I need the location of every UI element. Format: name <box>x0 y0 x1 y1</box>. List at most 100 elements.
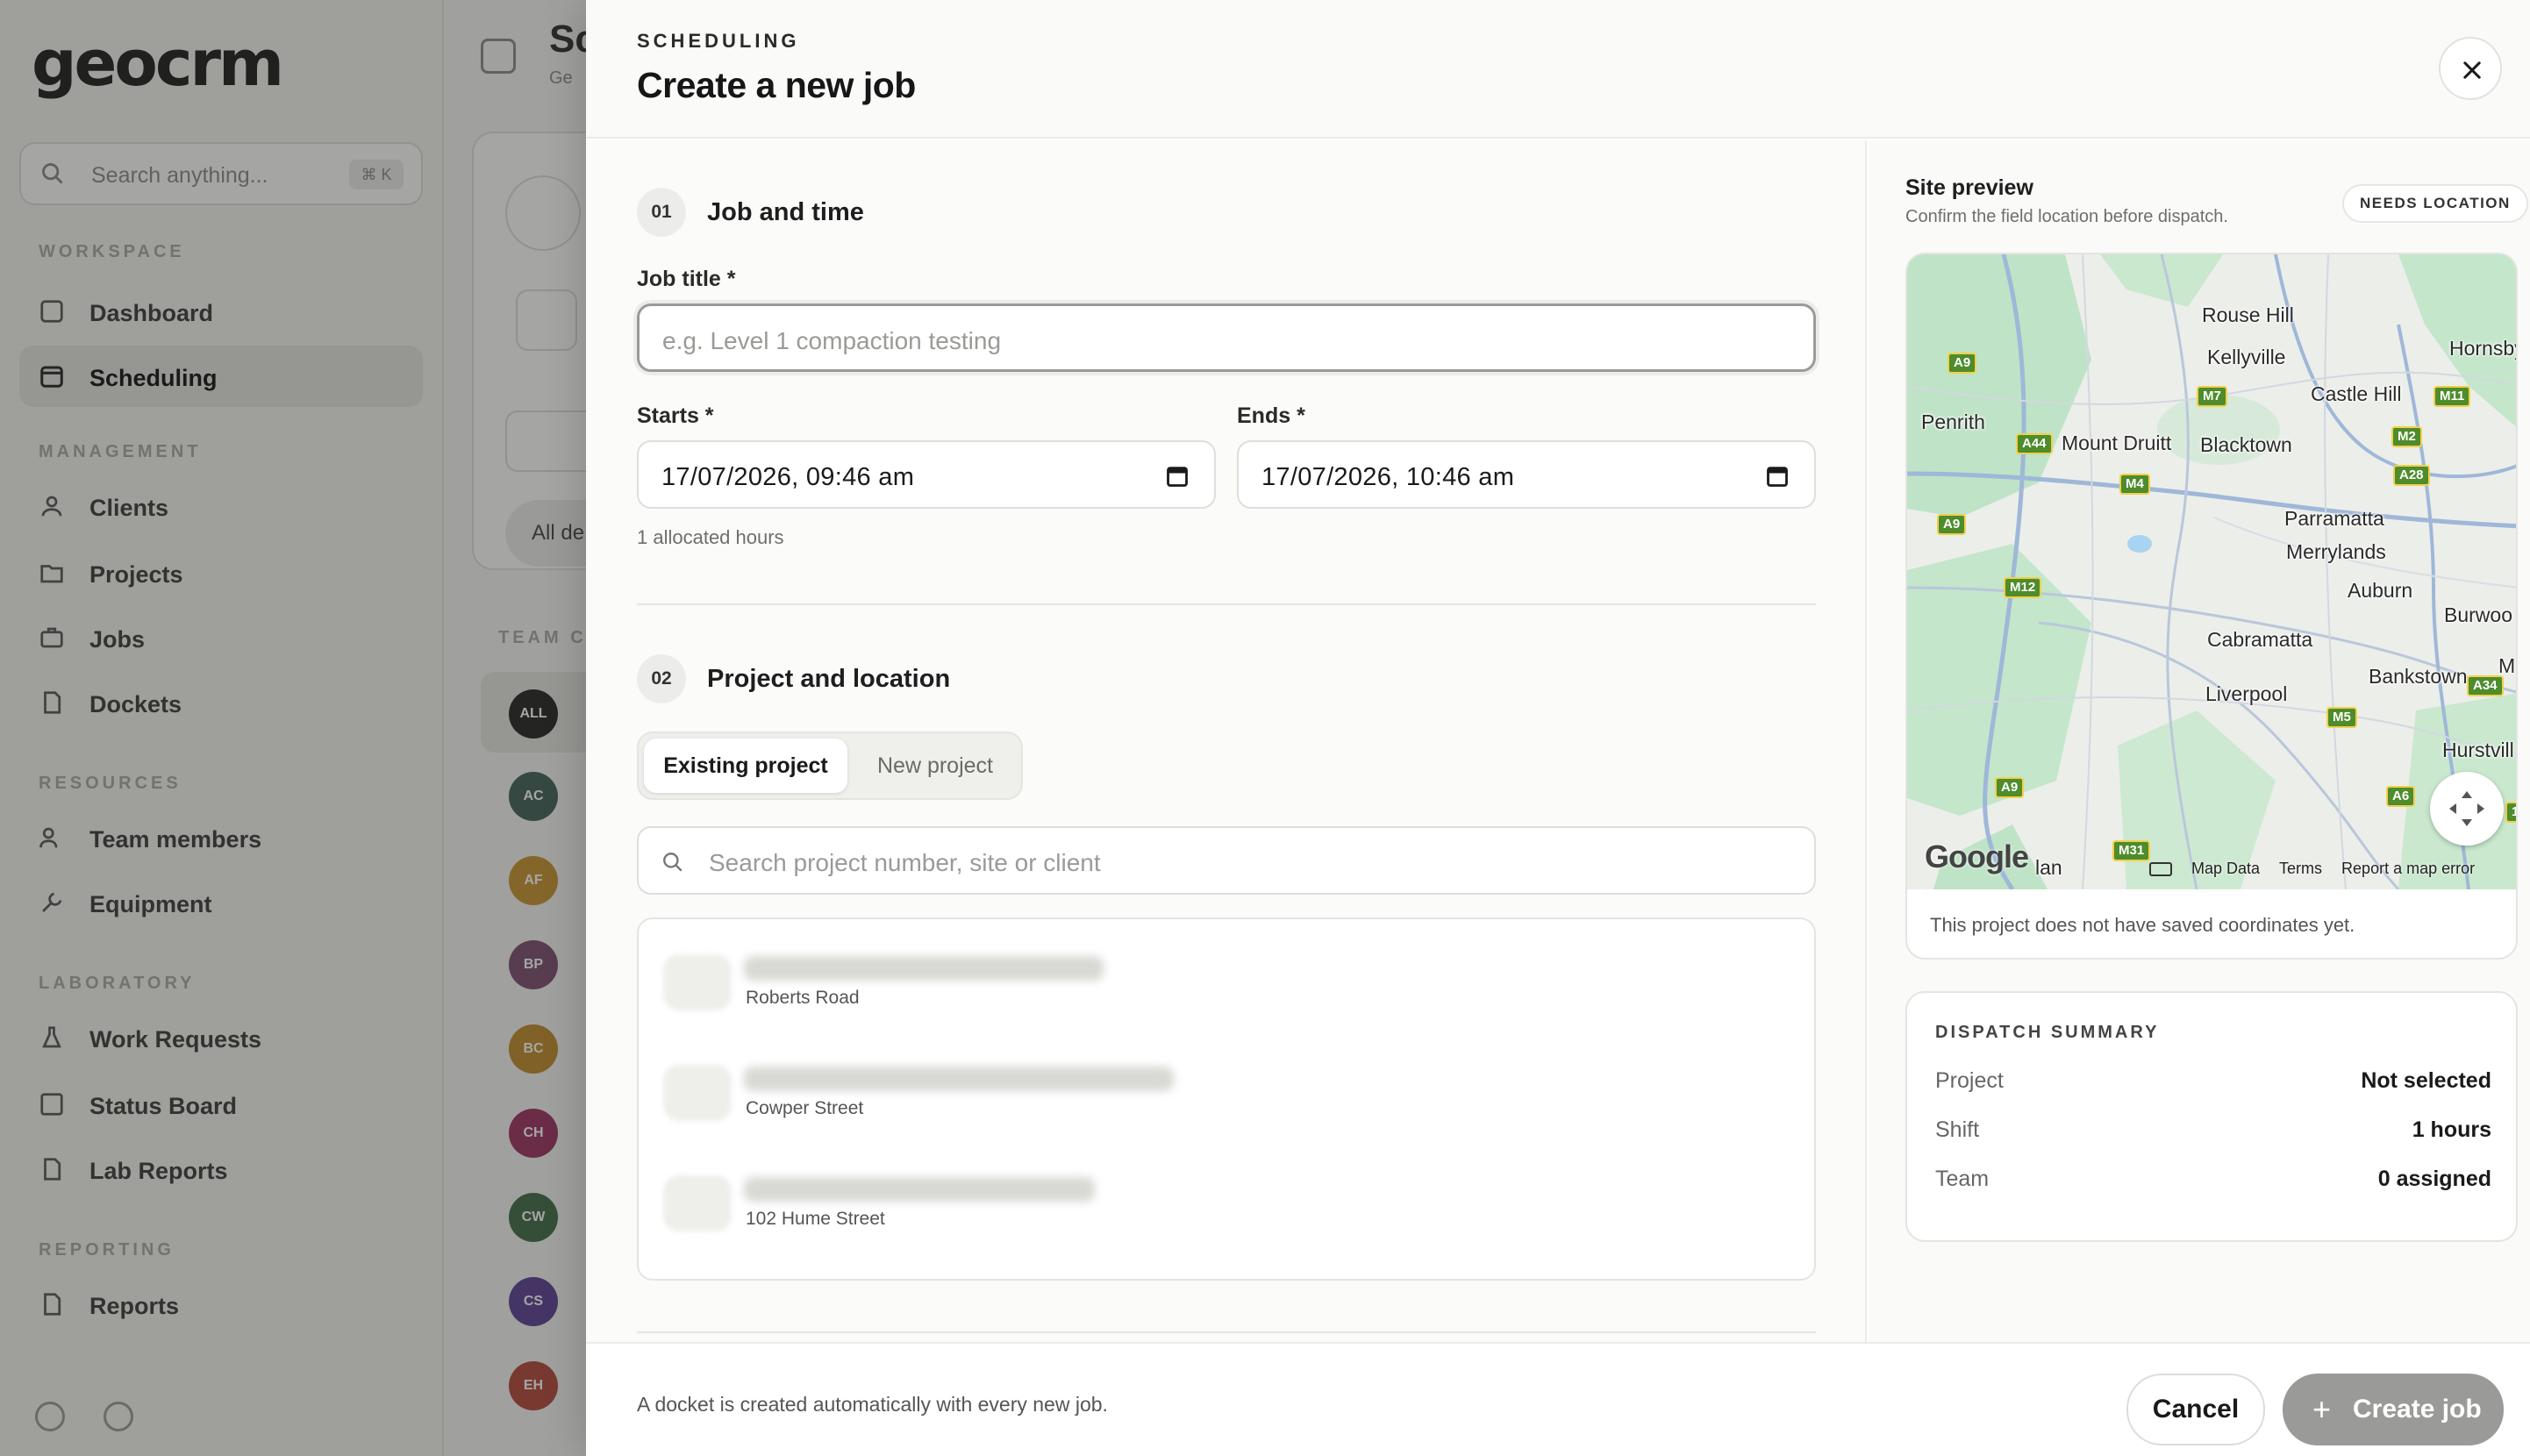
project-result-item[interactable]: 102 Hume Street <box>663 1160 1628 1247</box>
project-street: 102 Hume Street <box>746 1209 885 1229</box>
close-button[interactable] <box>2439 37 2502 100</box>
summary-key: Project <box>1935 1068 2004 1093</box>
road-shield: A9 <box>1995 777 2025 798</box>
job-form: 01 Job and time Job title * e.g. Level 1… <box>586 140 1867 1342</box>
road-shield: A34 <box>2467 675 2504 696</box>
section-divider <box>637 603 1816 605</box>
job-title-label: Job title * <box>637 267 736 291</box>
redacted-project-name <box>744 956 1104 981</box>
redacted-project-name <box>744 1177 1095 1202</box>
allocated-hours-hint: 1 allocated hours <box>637 526 784 548</box>
project-street: Cowper Street <box>746 1098 864 1118</box>
drawer-footer: A docket is created automatically with e… <box>586 1342 2530 1456</box>
drawer-eyebrow: SCHEDULING <box>637 30 800 52</box>
map-label: Mount Druitt <box>2062 432 2172 454</box>
map-label: Auburn <box>2348 579 2413 602</box>
section-divider <box>637 1331 1816 1333</box>
map[interactable]: Rouse Hill Kellyville Hornsby Castle Hil… <box>1907 254 2518 889</box>
project-results-list: Roberts Road Cowper Street 102 Hume Stre… <box>637 917 1816 1281</box>
job-title-placeholder: e.g. Level 1 compaction testing <box>662 327 1002 354</box>
search-icon <box>663 853 683 872</box>
road-shield: M5 <box>2326 707 2357 728</box>
site-preview-panel: Site preview Confirm the field location … <box>1869 140 2530 1342</box>
map-data-link[interactable]: Map Data <box>2191 860 2260 877</box>
map-label: Hornsby <box>2449 337 2518 360</box>
road-shield: M11 <box>2434 386 2471 407</box>
map-label: Bankstown <box>2369 665 2468 688</box>
project-thumbnail <box>663 1175 732 1231</box>
project-thumbnail <box>663 954 732 1010</box>
summary-row-project: Project Not selected <box>1935 1068 2491 1100</box>
map-label: Kellyville <box>2207 346 2286 368</box>
project-street: Roberts Road <box>746 988 860 1008</box>
starts-value: 17/07/2026, 09:46 am <box>661 463 915 491</box>
ends-value: 17/07/2026, 10:46 am <box>1261 463 1515 491</box>
report-map-error-link[interactable]: Report a map error <box>2341 860 2475 877</box>
project-result-item[interactable]: Roberts Road <box>663 939 1628 1026</box>
road-shield: A9 <box>1937 514 1967 535</box>
road-shield: A44 <box>2016 433 2053 454</box>
map-label: Liverpool <box>2205 682 2288 705</box>
map-label: Blacktown <box>2200 433 2292 456</box>
fullscreen-icon <box>2449 791 2484 826</box>
map-note: This project does not have saved coordin… <box>1930 914 2355 936</box>
starts-label: Starts * <box>637 403 714 428</box>
starts-datetime-input[interactable]: 17/07/2026, 09:46 am <box>637 440 1216 509</box>
road-shield: A28 <box>2393 465 2430 486</box>
map-label: Cabramatta <box>2207 628 2313 651</box>
road-shield: A6 <box>2386 786 2416 807</box>
map-attribution: Map Data Terms Report a map error <box>2149 860 2494 878</box>
create-job-drawer: SCHEDULING Create a new job 01 Job and t… <box>586 0 2530 1456</box>
fullscreen-button[interactable] <box>2430 772 2504 846</box>
project-result-item[interactable]: Cowper Street <box>663 1049 1628 1137</box>
site-preview-subtitle: Confirm the field location before dispat… <box>1905 207 2228 226</box>
map-label: lan <box>2035 856 2062 879</box>
road-shield: M12 <box>2004 577 2042 598</box>
step-title: Job and time <box>707 198 864 226</box>
step-number: 01 <box>637 188 686 237</box>
drawer-header: SCHEDULING Create a new job <box>586 0 2530 139</box>
road-shield: 1 <box>2505 802 2516 823</box>
map-label: Parramatta <box>2284 507 2384 530</box>
road-shield: M31 <box>2112 840 2151 861</box>
dispatch-summary: DISPATCH SUMMARY Project Not selected Sh… <box>1905 991 2518 1242</box>
map-label: M <box>2498 654 2516 677</box>
project-thumbnail <box>663 1065 732 1121</box>
project-search-placeholder: Search project number, site or client <box>709 849 1101 876</box>
site-preview-title: Site preview <box>1905 175 2033 200</box>
summary-row-team: Team 0 assigned <box>1935 1167 2491 1198</box>
new-project-tab[interactable]: New project <box>858 739 1012 793</box>
calendar-icon[interactable] <box>1165 464 1190 489</box>
dispatch-summary-heading: DISPATCH SUMMARY <box>1935 1023 2160 1042</box>
cancel-button[interactable]: Cancel <box>2126 1374 2265 1445</box>
calendar-icon[interactable] <box>1765 464 1790 489</box>
project-search-input[interactable]: Search project number, site or client <box>637 826 1816 895</box>
terms-link[interactable]: Terms <box>2279 860 2322 877</box>
road-shield: M2 <box>2391 426 2422 447</box>
step-number: 02 <box>637 654 686 703</box>
close-icon <box>2463 61 2481 79</box>
redacted-project-name <box>744 1067 1174 1091</box>
map-label: Merrylands <box>2286 540 2386 563</box>
create-job-label: Create job <box>2353 1395 2482 1424</box>
road-shield: M7 <box>2197 386 2227 407</box>
step-title: Project and location <box>707 665 951 693</box>
map-label: Penrith <box>1921 410 1985 433</box>
map-label: Rouse Hill <box>2202 303 2294 326</box>
map-label: Burwoo <box>2444 603 2512 626</box>
google-logo: Google <box>1925 839 2029 874</box>
road-shield: M4 <box>2119 474 2150 495</box>
keyboard-icon[interactable] <box>2149 862 2172 877</box>
summary-value: 1 hours <box>2412 1117 2491 1142</box>
plus-icon: + <box>2312 1391 2332 1427</box>
drawer-title: Create a new job <box>637 65 916 105</box>
create-job-button[interactable]: + Create job <box>2283 1374 2504 1445</box>
existing-project-tab[interactable]: Existing project <box>644 739 847 793</box>
status-badge: NEEDS LOCATION <box>2342 184 2528 223</box>
map-label: Castle Hill <box>2311 382 2402 405</box>
ends-datetime-input[interactable]: 17/07/2026, 10:46 am <box>1237 440 1816 509</box>
summary-row-shift: Shift 1 hours <box>1935 1117 2491 1149</box>
job-title-input[interactable]: e.g. Level 1 compaction testing <box>637 303 1816 372</box>
map-card: Rouse Hill Kellyville Hornsby Castle Hil… <box>1905 253 2518 960</box>
ends-label: Ends * <box>1237 403 1305 428</box>
